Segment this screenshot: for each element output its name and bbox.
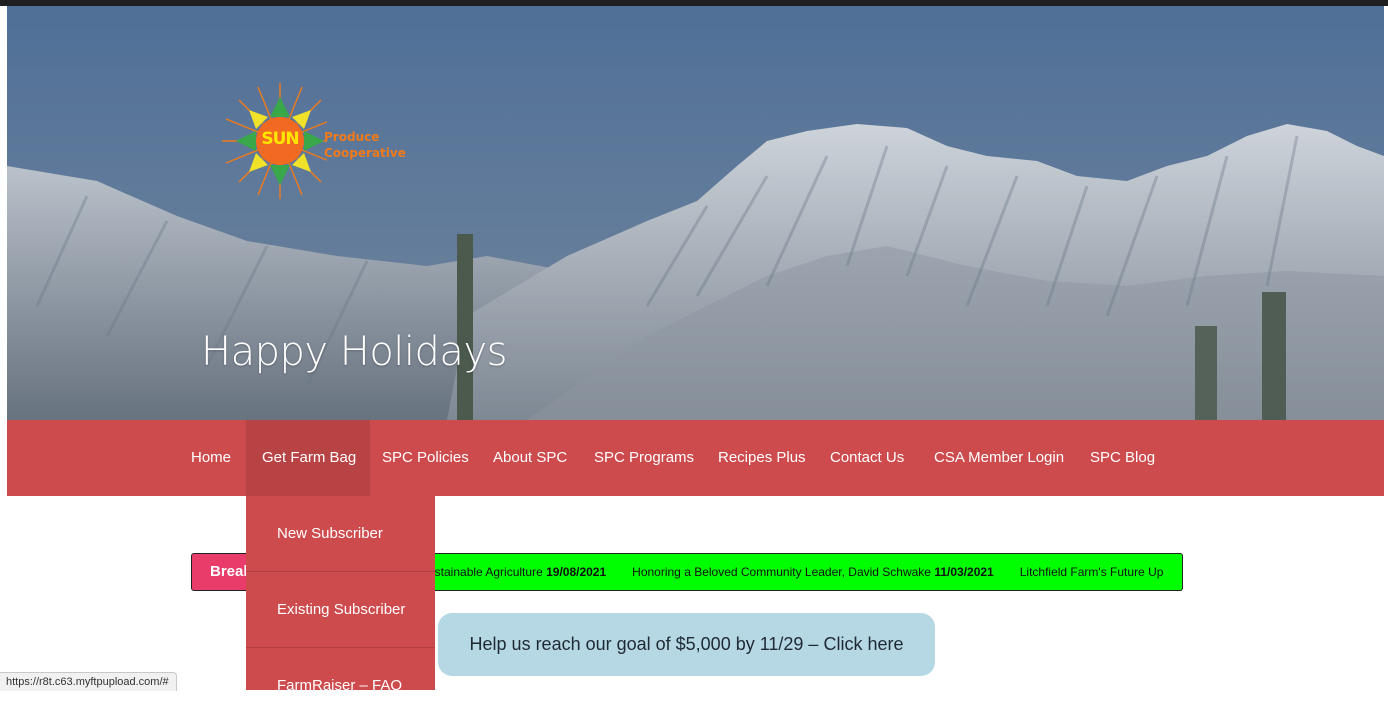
ticker-item[interactable]: ustainable Agriculture 19/08/2021 (428, 554, 606, 590)
ticker-item-date: 11/03/2021 (934, 565, 994, 579)
get-farm-bag-dropdown: New Subscriber Existing Subscriber FarmR… (246, 496, 435, 694)
nav-get-farm-bag[interactable]: Get Farm Bag (246, 420, 371, 496)
ticker-item[interactable]: Litchfield Farm's Future Up (1020, 554, 1164, 590)
ticker-item-title: ustainable Agriculture (428, 565, 543, 579)
ticker-item-date: 19/08/2021 (546, 565, 607, 579)
ticker-item-title: Honoring a Beloved Community Leader, Dav… (632, 565, 931, 579)
nav-csa-member-login[interactable]: CSA Member Login (934, 420, 1064, 496)
nav-home[interactable]: Home (177, 420, 245, 496)
logo-line-produce: Produce (324, 130, 380, 144)
nav-recipes-plus[interactable]: Recipes Plus (718, 420, 806, 496)
nav-contact-us[interactable]: Contact Us (830, 420, 904, 496)
dropdown-item-existing-subscriber[interactable]: Existing Subscriber (246, 572, 435, 648)
nav-spc-programs[interactable]: SPC Programs (594, 420, 694, 496)
donation-goal-button[interactable]: Help us reach our goal of $5,000 by 11/2… (438, 613, 935, 676)
dropdown-item-farmraiser-faq[interactable]: FarmRaiser – FAQ (246, 648, 435, 724)
logo-line-cooperative: Cooperative (324, 146, 406, 160)
sun-produce-logo[interactable]: SUN Produce Cooperative (207, 81, 407, 211)
page-edge-right (1384, 6, 1388, 496)
main-navigation: Home Get Farm Bag SPC Policies About SPC… (7, 420, 1384, 496)
logo-sun-text: SUN (261, 129, 299, 149)
page-edge-left (0, 6, 7, 496)
hero-title: Happy Holidays (201, 329, 507, 375)
nav-about-spc[interactable]: About SPC (493, 420, 567, 496)
ticker-item-title: Litchfield Farm's Future Up (1019, 565, 1164, 579)
dropdown-item-new-subscriber[interactable]: New Subscriber (246, 496, 435, 572)
ticker-item[interactable]: Honoring a Beloved Community Leader, Dav… (632, 554, 994, 590)
news-ticker: ustainable Agriculture 19/08/2021 Honori… (426, 553, 1183, 591)
hero-banner: SUN Produce Cooperative Happy Holidays (7, 6, 1384, 420)
nav-spc-policies[interactable]: SPC Policies (382, 420, 469, 496)
status-bar-url: https://r8t.c63.myftpupload.com/# (0, 672, 177, 691)
nav-spc-blog[interactable]: SPC Blog (1090, 420, 1155, 496)
